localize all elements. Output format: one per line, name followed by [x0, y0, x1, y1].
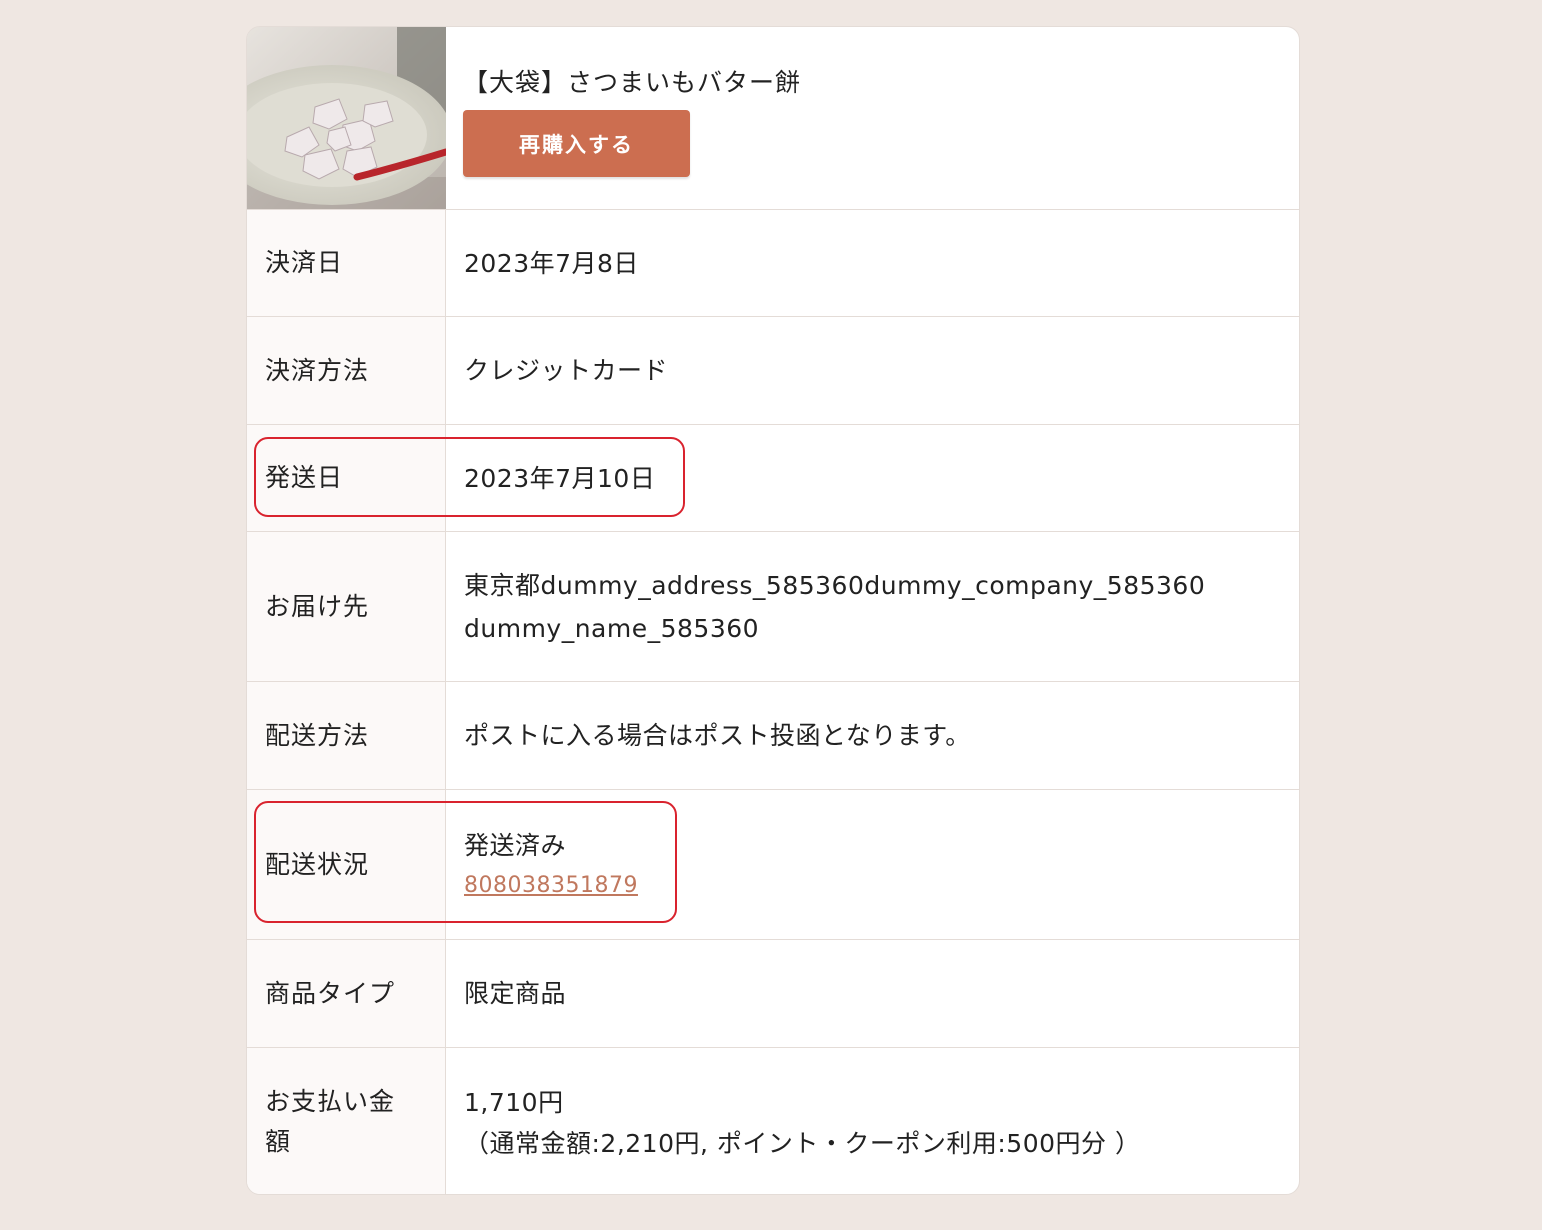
row-label: 決済日	[247, 210, 446, 316]
payment-amount: 1,710円	[464, 1087, 564, 1117]
row-label: 決済方法	[247, 317, 446, 424]
row-label-line-2: 額	[265, 1127, 292, 1156]
order-detail-card: 【大袋】さつまいもバター餅 再購入する 決済日 2023年7月8日 決済方法 ク…	[246, 26, 1300, 1195]
row-product-type: 商品タイプ 限定商品	[247, 940, 1299, 1048]
row-label: お届け先	[247, 532, 446, 681]
row-value: 1,710円 （通常金額:2,210円, ポイント・クーポン利用:500円分 ）	[464, 1048, 1281, 1194]
address-line-2: dummy_name_585360	[464, 613, 760, 643]
row-shipping-date: 発送日 2023年7月10日	[247, 425, 1299, 532]
row-value: 2023年7月8日	[464, 210, 1281, 316]
product-photo	[247, 27, 446, 209]
row-label: 発送日	[247, 425, 446, 531]
row-delivery-address: お届け先 東京都dummy_address_585360dummy_compan…	[247, 532, 1299, 682]
row-payment-method: 決済方法 クレジットカード	[247, 317, 1299, 425]
product-image[interactable]	[247, 27, 446, 209]
product-type: 限定商品	[464, 979, 567, 1008]
delivery-method: ポストに入る場合はポスト投函となります。	[464, 721, 971, 750]
rebuy-button[interactable]: 再購入する	[463, 110, 690, 177]
row-payment-amount: お支払い金 額 1,710円 （通常金額:2,210円, ポイント・クーポン利用…	[247, 1048, 1299, 1194]
row-label: お支払い金 額	[247, 1048, 446, 1194]
row-payment-date: 決済日 2023年7月8日	[247, 210, 1299, 317]
address-line-1: 東京都dummy_address_585360dummy_company_585…	[464, 570, 1206, 600]
row-delivery-status: 配送状況 発送済み 808038351879	[247, 790, 1299, 940]
order-info-table: 決済日 2023年7月8日 決済方法 クレジットカード 発送日 2023年7月1…	[247, 210, 1299, 1194]
row-label: 商品タイプ	[247, 940, 446, 1047]
row-value: 2023年7月10日	[464, 425, 1281, 531]
payment-method: クレジットカード	[464, 356, 669, 385]
delivery-status: 発送済み	[464, 831, 567, 860]
payment-breakdown: （通常金額:2,210円, ポイント・クーポン利用:500円分 ）	[464, 1128, 1141, 1158]
tracking-number-link[interactable]: 808038351879	[464, 867, 1281, 905]
row-value: 限定商品	[464, 940, 1281, 1047]
row-value: 発送済み 808038351879	[464, 790, 1281, 939]
payment-date: 2023年7月8日	[464, 248, 639, 278]
row-label: 配送状況	[247, 790, 446, 939]
row-value: クレジットカード	[464, 317, 1281, 424]
row-label: 配送方法	[247, 682, 446, 789]
shipping-date: 2023年7月10日	[464, 463, 656, 493]
row-label-line-1: お支払い金	[265, 1087, 396, 1116]
row-delivery-method: 配送方法 ポストに入る場合はポスト投函となります。	[247, 682, 1299, 790]
product-header: 【大袋】さつまいもバター餅 再購入する	[247, 27, 1299, 210]
row-value: ポストに入る場合はポスト投函となります。	[464, 682, 1281, 789]
row-value: 東京都dummy_address_585360dummy_company_585…	[464, 532, 1281, 681]
product-title[interactable]: 【大袋】さつまいもバター餅	[463, 63, 801, 99]
